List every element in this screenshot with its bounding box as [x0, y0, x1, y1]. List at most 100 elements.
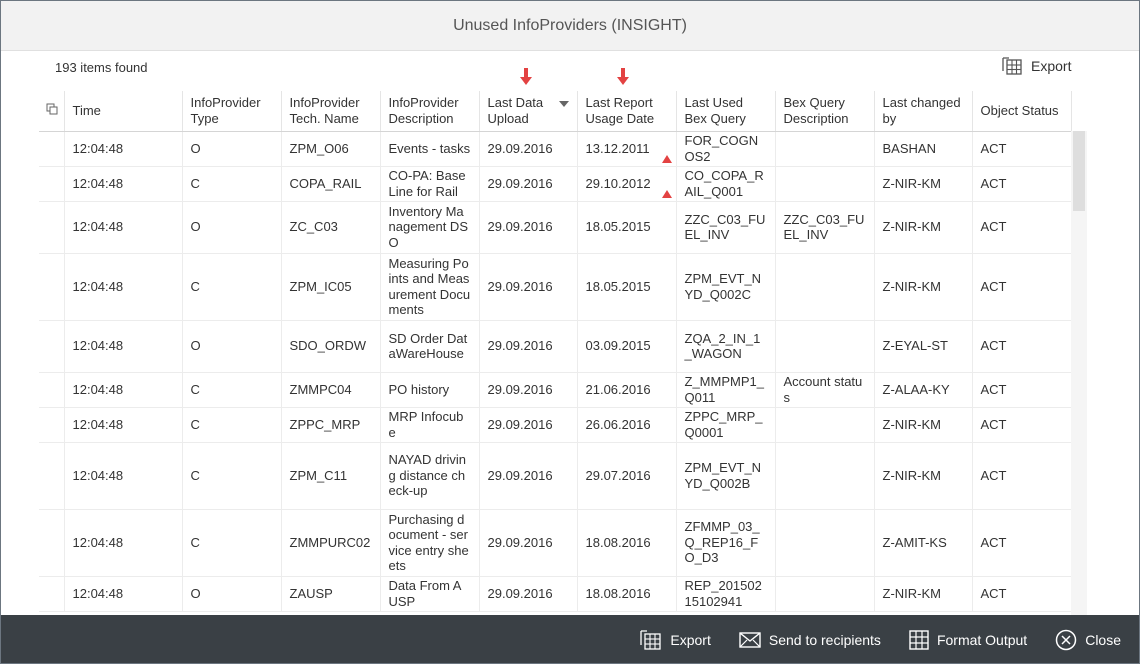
column-header-last-changed-by[interactable]: Last changed by [874, 91, 973, 132]
table-row[interactable]: 12:04:48 O ZC_C03 Inventory Management DSO 2… [39, 201, 1087, 254]
status-cell: ACT [972, 320, 1072, 373]
vertical-scrollbar[interactable] [1071, 131, 1087, 615]
last-usage-value: 13.12.2011 [585, 140, 650, 156]
last-upload-cell: 29.09.2016 [479, 320, 578, 373]
tech-name-cell: SDO_ORDW [281, 320, 381, 373]
bex-query-cell: ZFMMP_03_Q_REP16_FO_D3 [676, 509, 776, 577]
time-cell: 12:04:48 [64, 166, 183, 202]
status-cell: ACT [972, 131, 1072, 167]
results-table-container: Time InfoProvider Type InfoProvider Tech… [39, 91, 1087, 615]
row-selector[interactable] [39, 131, 65, 167]
dialog-content: 193 items found Export Time InfoProvider… [1, 51, 1139, 615]
column-header-tech-name[interactable]: InfoProvider Tech. Name [281, 91, 381, 132]
dialog-footer: Export Send to recipients Format Output [1, 615, 1139, 663]
grid-icon [909, 630, 929, 650]
time-cell: 12:04:48 [64, 253, 183, 321]
table-row[interactable]: 12:04:48 O ZAUSP Data From AUSP 29.09.2016 18… [39, 576, 1087, 612]
last-usage-cell: 29.07.2016 [577, 442, 677, 510]
type-cell: C [182, 166, 282, 202]
last-usage-cell: 29.10.2012 [577, 166, 677, 202]
last-upload-cell: 29.09.2016 [479, 442, 578, 510]
table-row[interactable]: 12:04:48 O ZPM_O06 Events - tasks 29.09.2016… [39, 131, 1087, 167]
table-header-row: Time InfoProvider Type InfoProvider Tech… [39, 91, 1087, 132]
table-row[interactable]: 12:04:48 O SDO_ORDW SD Order DataWareHouse 2… [39, 320, 1087, 373]
status-cell: ACT [972, 509, 1072, 577]
format-output-button[interactable]: Format Output [909, 630, 1027, 650]
changed-by-cell: Z-EYAL-ST [874, 320, 973, 373]
tech-name-cell: ZMMPC04 [281, 372, 381, 408]
copy-icon[interactable] [46, 103, 58, 115]
down-arrow-icon [520, 68, 532, 85]
type-cell: C [182, 442, 282, 510]
row-selector[interactable] [39, 407, 65, 443]
bex-query-cell: REP_20150215102941 [676, 576, 776, 612]
envelope-icon [739, 632, 761, 648]
row-selector[interactable] [39, 576, 65, 612]
row-selector[interactable] [39, 320, 65, 373]
column-header-description[interactable]: InfoProvider Description [380, 91, 480, 132]
bex-query-description-cell [775, 253, 875, 321]
description-cell: Events - tasks [380, 131, 480, 167]
row-selector[interactable] [39, 509, 65, 577]
changed-by-cell: Z-NIR-KM [874, 201, 973, 254]
last-usage-cell: 13.12.2011 [577, 131, 677, 167]
bex-query-cell: Z_MMPMP1_Q011 [676, 372, 776, 408]
close-button[interactable]: Close [1055, 629, 1121, 651]
status-cell: ACT [972, 253, 1072, 321]
description-cell: MRP Infocube [380, 407, 480, 443]
last-upload-cell: 29.09.2016 [479, 131, 578, 167]
last-upload-cell: 29.09.2016 [479, 253, 578, 321]
bex-query-description-cell: Account status [775, 372, 875, 408]
type-cell: C [182, 509, 282, 577]
table-row[interactable]: 12:04:48 C ZMMPURC02 Purchasing document - … [39, 509, 1087, 577]
top-export-button[interactable]: Export [1001, 55, 1071, 77]
description-cell: Data From AUSP [380, 576, 480, 612]
changed-by-cell: Z-NIR-KM [874, 166, 973, 202]
column-header-time[interactable]: Time [64, 91, 183, 132]
export-button-label: Export [670, 632, 711, 648]
table-row[interactable]: 12:04:48 C ZMMPC04 PO history 29.09.2016 21.0… [39, 372, 1087, 408]
tech-name-cell: ZPPC_MRP [281, 407, 381, 443]
description-cell: Measuring Points and Measurement Documen… [380, 253, 480, 321]
column-header-last-data-upload-label: Last Data Upload [487, 94, 544, 126]
export-icon [640, 630, 662, 650]
select-all-header[interactable] [39, 91, 65, 132]
last-usage-value: 21.06.2016 [585, 381, 651, 397]
last-upload-cell: 29.09.2016 [479, 166, 578, 202]
description-cell: Inventory Management DSO [380, 201, 480, 254]
row-selector[interactable] [39, 442, 65, 510]
status-cell: ACT [972, 201, 1072, 254]
changed-by-cell: Z-NIR-KM [874, 442, 973, 510]
row-selector[interactable] [39, 201, 65, 254]
table-row[interactable]: 12:04:48 C ZPPC_MRP MRP Infocube 29.09.2016 2… [39, 407, 1087, 443]
export-button[interactable]: Export [638, 629, 711, 651]
column-header-last-data-upload[interactable]: Last Data Upload [479, 91, 578, 132]
type-cell: O [182, 131, 282, 167]
last-upload-cell: 29.09.2016 [479, 201, 578, 254]
column-header-infoprovider-type[interactable]: InfoProvider Type [182, 91, 282, 132]
row-selector[interactable] [39, 253, 65, 321]
table-row[interactable]: 12:04:48 C ZPM_IC05 Measuring Points and Me… [39, 253, 1087, 321]
row-selector[interactable] [39, 166, 65, 202]
column-header-bex-query-description[interactable]: Bex Query Description [775, 91, 875, 132]
column-header-object-status[interactable]: Object Status [972, 91, 1072, 132]
dialog: Unused InfoProviders (INSIGHT) 193 items… [0, 0, 1140, 664]
status-cell: ACT [972, 576, 1072, 612]
last-usage-cell: 21.06.2016 [577, 372, 677, 408]
tech-name-cell: COPA_RAIL [281, 166, 381, 202]
table-row[interactable]: 12:04:48 C ZPM_C11 NAYAD driving distance c… [39, 442, 1087, 510]
column-header-last-report-usage-date[interactable]: Last Report Usage Date [577, 91, 677, 132]
last-usage-value: 26.06.2016 [585, 416, 651, 432]
results-table: Time InfoProvider Type InfoProvider Tech… [39, 91, 1087, 612]
last-usage-value: 03.09.2015 [585, 338, 651, 354]
close-circle-icon [1055, 629, 1077, 651]
send-to-recipients-button[interactable]: Send to recipients [739, 632, 881, 648]
bex-query-cell: CO_COPA_RAIL_Q001 [676, 166, 776, 202]
warning-icon [661, 189, 672, 198]
table-row[interactable]: 12:04:48 C COPA_RAIL CO-PA: Base Line for R… [39, 166, 1087, 202]
column-header-last-used-bex-query[interactable]: Last Used Bex Query [676, 91, 776, 132]
bex-query-description-cell [775, 442, 875, 510]
row-selector[interactable] [39, 372, 65, 408]
scrollbar-thumb[interactable] [1073, 131, 1085, 211]
send-to-recipients-label: Send to recipients [768, 632, 881, 648]
